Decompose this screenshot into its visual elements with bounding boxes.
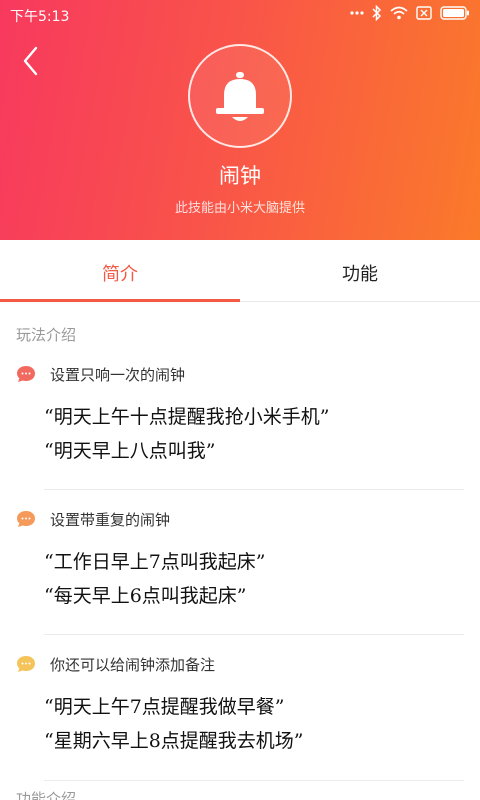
divider [44, 634, 464, 635]
chat-bubble-icon [17, 511, 35, 527]
status-bar: 下午5:13 [0, 0, 480, 30]
usage-block-note: 你还可以给闹钟添加备注 “明天上午7点提醒我做早餐” “星期六早上8点提醒我去机… [16, 652, 464, 758]
example-quote: “工作日早上7点叫我起床” [44, 551, 266, 573]
block-title: 设置只响一次的闹钟 [50, 365, 186, 384]
usage-block-repeat: 设置带重复的闹钟 “工作日早上7点叫我起床” “每天早上6点叫我起床” [16, 507, 464, 613]
divider [44, 780, 464, 781]
chevron-left-icon [23, 46, 38, 76]
page-subtitle: 此技能由小米大脑提供 [174, 201, 305, 216]
more-dots-icon [350, 10, 364, 16]
skill-icon-circle [188, 44, 292, 148]
wifi-icon [390, 6, 408, 20]
tab-intro[interactable]: 简介 [0, 240, 240, 302]
tab-features[interactable]: 功能 [240, 240, 480, 301]
example-quote: “明天上午7点提醒我做早餐” [44, 696, 285, 718]
tab-active-indicator [0, 299, 240, 302]
no-sim-icon [416, 5, 432, 21]
page-title: 闹钟 [219, 164, 261, 188]
status-icons [350, 5, 470, 21]
back-button[interactable] [16, 44, 46, 78]
battery-icon [440, 6, 470, 20]
header-banner: 下午5:13 闹钟 此技能由小米大脑提供 [0, 0, 480, 240]
tab-features-label: 功能 [342, 264, 378, 285]
section-title: 玩法介绍 [16, 326, 77, 344]
status-time: 下午5:13 [10, 9, 70, 25]
chat-bubble-icon [17, 366, 35, 382]
chat-bubble-icon [17, 656, 35, 672]
divider [44, 489, 464, 490]
tab-intro-label: 简介 [102, 264, 138, 285]
block-title: 你还可以给闹钟添加备注 [50, 655, 216, 674]
example-quote: “明天早上八点叫我” [44, 440, 216, 462]
next-section-title: 功能介绍 [16, 790, 77, 800]
bell-icon [216, 72, 264, 121]
example-quote: “明天上午十点提醒我抢小米手机” [44, 406, 330, 428]
example-quote: “星期六早上8点提醒我去机场” [44, 730, 304, 752]
bluetooth-icon [372, 5, 382, 21]
example-quote: “每天早上6点叫我起床” [44, 585, 247, 607]
tab-bar: 简介 功能 [0, 240, 480, 302]
usage-block-once: 设置只响一次的闹钟 “明天上午十点提醒我抢小米手机” “明天早上八点叫我” [16, 362, 464, 468]
block-title: 设置带重复的闹钟 [50, 510, 171, 529]
